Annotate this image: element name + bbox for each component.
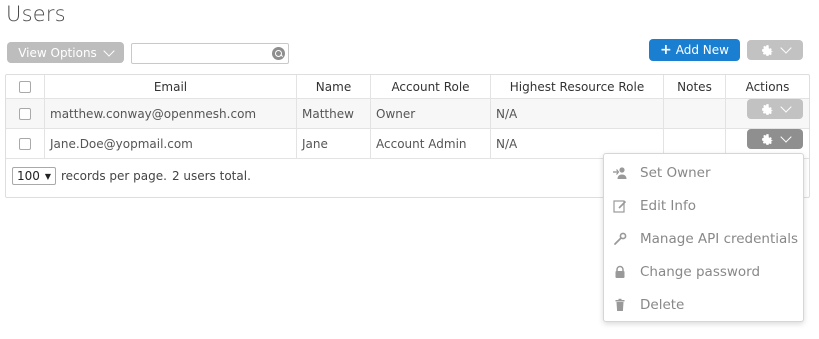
search-input[interactable] (132, 46, 270, 64)
email-cell: Jane.Doe@yopmail.com (44, 128, 297, 159)
edit-icon (613, 199, 627, 213)
column-header-highest-resource-role[interactable]: Highest Resource Role (490, 75, 664, 99)
menu-item-label: Delete (640, 296, 685, 313)
column-header-name[interactable]: Name (296, 75, 371, 99)
menu-item-change-password[interactable]: Change password (604, 255, 803, 288)
view-options-label: View Options (18, 45, 97, 60)
table-footer: 100 ▼ records per page. 2 users total. (12, 167, 251, 185)
column-header-actions: Actions (725, 75, 809, 99)
menu-item-label: Manage API credentials (640, 230, 799, 247)
row-actions-button[interactable] (747, 99, 803, 119)
menu-item-label: Edit Info (640, 197, 696, 214)
chevron-down-icon (779, 131, 792, 143)
column-header-email[interactable]: Email (44, 75, 297, 99)
bulk-actions-button[interactable] (747, 40, 803, 60)
gear-icon (761, 133, 773, 145)
actions-dropdown-menu: Set Owner Edit Info Manage API credentia… (603, 153, 804, 322)
search-box (131, 43, 289, 64)
caret-down-icon: ▼ (44, 171, 51, 181)
name-cell: Matthew (296, 98, 371, 129)
select-all-checkbox[interactable] (19, 81, 31, 93)
email-cell: matthew.conway@openmesh.com (44, 98, 297, 129)
plus-icon: + (660, 42, 672, 58)
account-role-cell: Owner (370, 98, 491, 129)
chevron-down-icon (779, 101, 792, 113)
menu-item-edit-info[interactable]: Edit Info (604, 189, 803, 222)
add-new-label: Add New (675, 43, 729, 57)
row-checkbox[interactable] (19, 138, 31, 150)
highest-resource-role-cell: N/A (490, 98, 664, 129)
view-options-button[interactable]: View Options (7, 42, 124, 63)
table-row: matthew.conway@openmesh.com Matthew Owne… (6, 98, 809, 129)
add-new-button[interactable]: + Add New (649, 39, 740, 61)
row-select-cell (6, 128, 45, 159)
name-cell: Jane (296, 128, 371, 159)
notes-cell (663, 98, 726, 129)
row-select-cell (6, 98, 45, 129)
chevron-down-icon (779, 42, 792, 54)
menu-item-delete[interactable]: Delete (604, 288, 803, 321)
records-per-page-label: records per page. (61, 169, 167, 183)
menu-item-label: Change password (640, 263, 761, 280)
gear-icon (761, 44, 773, 56)
chevron-down-icon (103, 44, 115, 57)
page-title: Users (6, 2, 66, 26)
lock-icon (613, 265, 627, 279)
row-actions-button[interactable] (747, 129, 803, 149)
records-per-page-select[interactable]: 100 ▼ (12, 167, 56, 185)
person-add-icon (613, 166, 627, 180)
row-checkbox[interactable] (19, 108, 31, 120)
search-icon[interactable] (272, 47, 285, 60)
menu-item-set-owner[interactable]: Set Owner (604, 156, 803, 189)
users-total-text: 2 users total. (171, 169, 251, 183)
column-header-notes[interactable]: Notes (663, 75, 726, 99)
gear-icon (761, 103, 773, 115)
column-header-account-role[interactable]: Account Role (370, 75, 491, 99)
select-all-header (6, 75, 45, 99)
records-per-page-value: 100 (17, 169, 40, 183)
menu-item-manage-api-credentials[interactable]: Manage API credentials (604, 222, 803, 255)
account-role-cell: Account Admin (370, 128, 491, 159)
menu-item-label: Set Owner (640, 164, 711, 181)
trash-icon (613, 298, 627, 312)
wrench-icon (613, 232, 627, 246)
